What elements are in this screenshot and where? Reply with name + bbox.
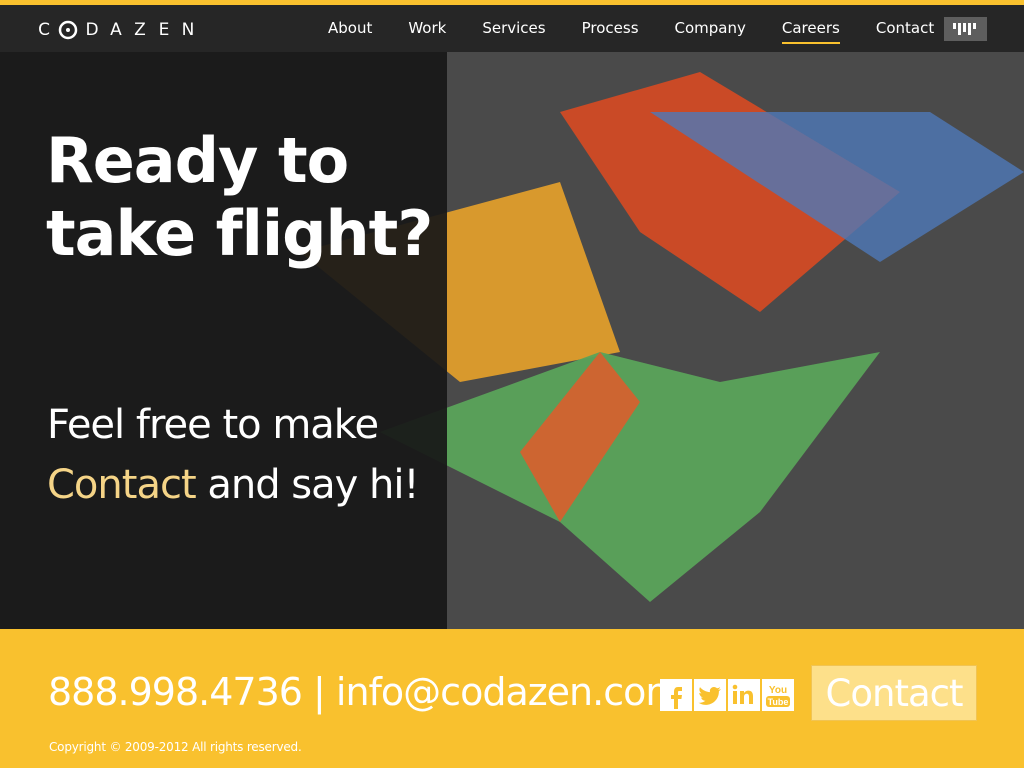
nav-item-careers[interactable]: Careers bbox=[764, 5, 858, 52]
headline-line-2: take flight? bbox=[46, 197, 433, 270]
logo[interactable]: C D A Z E N bbox=[32, 19, 200, 41]
youtube-icon[interactable]: You Tube bbox=[762, 679, 794, 711]
twitter-icon[interactable] bbox=[694, 679, 726, 711]
tagline-contact-link[interactable]: Contact bbox=[47, 462, 197, 508]
main-nav: About Work Services Process Company Care… bbox=[310, 5, 952, 52]
bars-menu-icon bbox=[952, 23, 976, 35]
logo-letter: N bbox=[181, 20, 195, 40]
hero-section: Ready to take flight? Feel free to make … bbox=[0, 52, 1024, 629]
svg-text:Tube: Tube bbox=[768, 697, 789, 707]
contact-separator: | bbox=[301, 670, 336, 714]
logo-letter: A bbox=[110, 20, 122, 40]
logo-letter: C bbox=[38, 20, 50, 40]
hero-headline: Ready to take flight? bbox=[46, 124, 446, 270]
footer-band: 888.998.4736 | info@codazen.com You Tube … bbox=[0, 629, 1024, 768]
contact-button[interactable]: Contact bbox=[811, 665, 977, 721]
nav-item-work[interactable]: Work bbox=[390, 5, 464, 52]
email-link[interactable]: info@codazen.com bbox=[336, 670, 682, 714]
compass-logo-icon bbox=[56, 19, 80, 41]
nav-item-about[interactable]: About bbox=[310, 5, 390, 52]
site-header: C D A Z E N About Work Services Process … bbox=[0, 5, 1024, 52]
linkedin-icon[interactable] bbox=[728, 679, 760, 711]
logo-letter: E bbox=[158, 20, 170, 40]
logo-letter: Z bbox=[134, 20, 146, 40]
contact-info: 888.998.4736 | info@codazen.com bbox=[48, 669, 682, 715]
headline-line-1: Ready to bbox=[46, 124, 349, 197]
facebook-icon[interactable] bbox=[660, 679, 692, 711]
svg-text:You: You bbox=[769, 685, 787, 696]
nav-item-contact[interactable]: Contact bbox=[858, 5, 952, 52]
nav-item-services[interactable]: Services bbox=[464, 5, 563, 52]
hero-tagline: Feel free to make Contact and say hi! bbox=[47, 395, 447, 515]
tagline-rest: and say hi! bbox=[195, 462, 419, 508]
logo-letter: D bbox=[85, 20, 99, 40]
nav-item-process[interactable]: Process bbox=[564, 5, 657, 52]
menu-button[interactable] bbox=[944, 17, 987, 41]
phone-number[interactable]: 888.998.4736 bbox=[48, 670, 303, 714]
nav-item-company[interactable]: Company bbox=[657, 5, 764, 52]
copyright-text: Copyright © 2009-2012 All rights reserve… bbox=[49, 740, 302, 754]
social-links: You Tube bbox=[660, 679, 794, 711]
tagline-line-1: Feel free to make bbox=[47, 402, 379, 448]
